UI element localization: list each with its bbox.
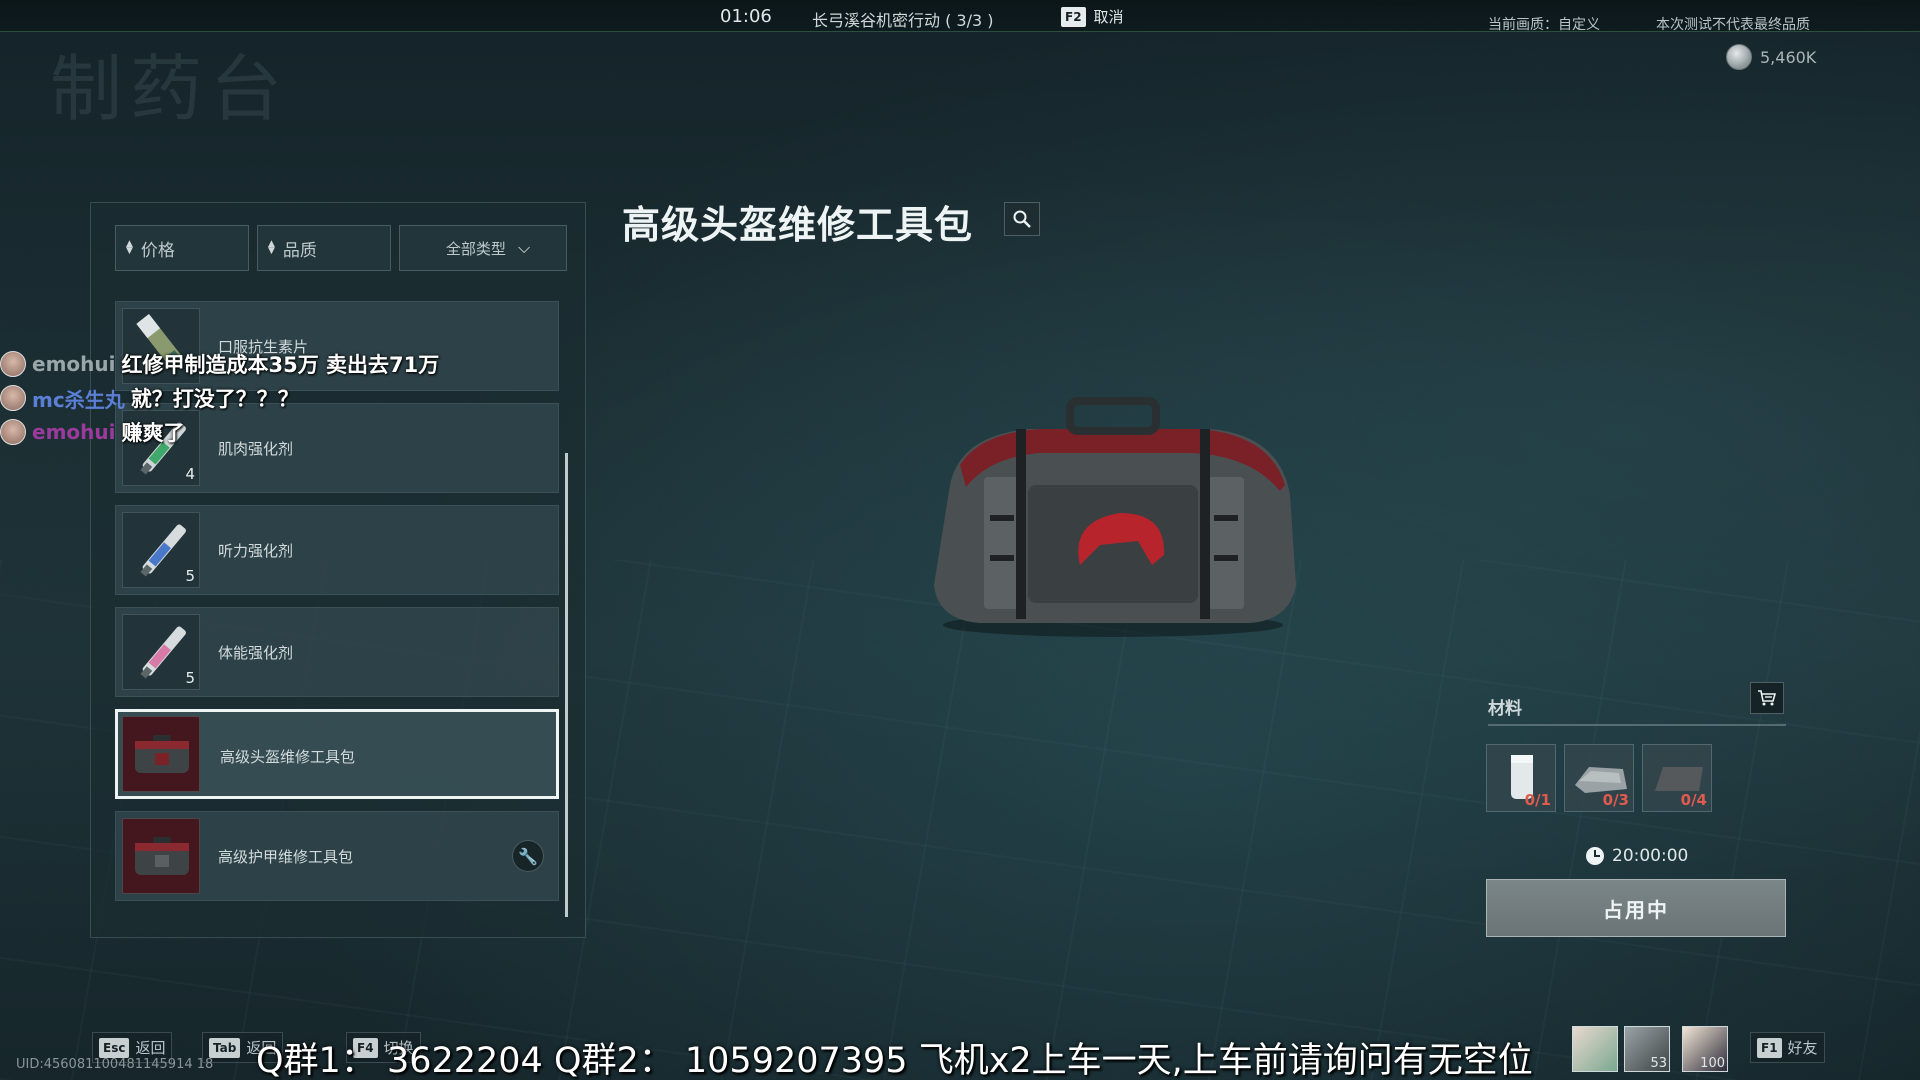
materials-label: 材料 bbox=[1488, 699, 1522, 719]
chevron-down-icon: ⌵ bbox=[517, 238, 531, 257]
material-slot[interactable]: 0/3 bbox=[1564, 744, 1634, 812]
item-name: 体能强化剂 bbox=[218, 644, 294, 662]
avatar[interactable] bbox=[1572, 1026, 1618, 1072]
list-item[interactable]: 5 听力强化剂 bbox=[115, 505, 559, 595]
stream-banner: Q群1： 3622204 Q群2： 1059207395 飞机x2上车一天,上车… bbox=[256, 1041, 1533, 1080]
chat-avatar bbox=[0, 351, 26, 377]
esc-key-icon: Esc bbox=[99, 1037, 130, 1058]
coin-icon bbox=[1726, 44, 1752, 70]
f1-key-icon: F1 bbox=[1757, 1037, 1782, 1058]
list-item[interactable]: 高级护甲维修工具包 🔧 bbox=[115, 811, 559, 901]
sort-quality-label: 品质 bbox=[282, 240, 317, 261]
cancel-label: 取消 bbox=[1093, 8, 1124, 26]
esc-label: 返回 bbox=[135, 1039, 166, 1057]
avatar[interactable]: 100 bbox=[1682, 1026, 1728, 1072]
f2-key-icon: F2 bbox=[1061, 6, 1086, 27]
item-thumbnail bbox=[122, 818, 200, 894]
chat-message: emohui 赚爽了 bbox=[0, 416, 480, 448]
clock-icon bbox=[1586, 847, 1604, 865]
material-count: 0/1 bbox=[1524, 791, 1551, 809]
avatar-count: 53 bbox=[1650, 1056, 1667, 1071]
item-count: 4 bbox=[185, 465, 195, 483]
list-scrollbar[interactable] bbox=[565, 453, 568, 917]
chat-avatar bbox=[0, 419, 26, 445]
item-thumbnail bbox=[122, 716, 200, 792]
helmet-repair-kit-model bbox=[934, 397, 1296, 637]
inspect-button[interactable] bbox=[1004, 202, 1040, 236]
sort-price-button[interactable]: ▲ ▼ 价格 bbox=[115, 225, 249, 271]
avatar[interactable]: 53 bbox=[1624, 1026, 1670, 1072]
friends-label: 好友 bbox=[1787, 1039, 1818, 1057]
item-detail-title: 高级头盔维修工具包 bbox=[622, 203, 974, 247]
item-name: 听力强化剂 bbox=[218, 542, 294, 560]
craft-time: 20:00:00 bbox=[1612, 846, 1689, 866]
chat-username: emohui bbox=[32, 352, 116, 376]
sort-icon: ▲ ▼ bbox=[268, 239, 275, 256]
list-item-selected[interactable]: 高级头盔维修工具包 bbox=[115, 709, 559, 799]
chat-avatar bbox=[0, 385, 26, 411]
material-slot[interactable]: 0/4 bbox=[1642, 744, 1712, 812]
page-title: 制药台 bbox=[50, 47, 291, 131]
item-thumbnail: 5 bbox=[122, 512, 200, 588]
item-name: 高级护甲维修工具包 bbox=[218, 848, 354, 866]
occupied-button[interactable]: 占用中 bbox=[1486, 879, 1786, 937]
currency-display: 5,460K bbox=[1726, 44, 1816, 70]
avatar-count: 100 bbox=[1700, 1056, 1725, 1071]
item-count: 5 bbox=[185, 567, 195, 585]
material-count: 0/3 bbox=[1602, 791, 1629, 809]
item-count: 5 bbox=[185, 669, 195, 687]
graphics-quality: 当前画质：自定义 bbox=[1488, 17, 1600, 33]
chat-text: 红修甲制造成本35万 卖出去71万 bbox=[121, 353, 440, 377]
type-dropdown-label: 全部类型 bbox=[445, 239, 506, 258]
sort-icon: ▲ ▼ bbox=[126, 239, 133, 256]
test-disclaimer: 本次测试不代表最终品质 bbox=[1656, 17, 1810, 33]
tab-key-icon: Tab bbox=[209, 1037, 241, 1058]
friends-button[interactable]: F1 好友 bbox=[1750, 1032, 1825, 1063]
craft-timer: 20:00:00 bbox=[1586, 846, 1688, 866]
friends-hint[interactable]: F1 好友 bbox=[1750, 1032, 1825, 1063]
material-count: 0/4 bbox=[1680, 791, 1707, 809]
chat-message: mc杀生丸 就？打没了？？？ bbox=[0, 382, 480, 414]
list-item[interactable]: 5 体能强化剂 bbox=[115, 607, 559, 697]
chat-text: 赚爽了 bbox=[121, 421, 185, 445]
search-icon bbox=[1013, 210, 1031, 228]
materials-divider bbox=[1488, 724, 1786, 726]
material-slot[interactable]: 0/1 bbox=[1486, 744, 1556, 812]
top-bar: 01:06 长弓溪谷机密行动 ( 3/3 ) F2 取消 当前画质：自定义 本次… bbox=[0, 0, 1920, 33]
cancel-button[interactable]: F2 取消 bbox=[1061, 6, 1124, 27]
chat-text: 就？打没了？？？ bbox=[130, 387, 299, 411]
chat-username: mc杀生丸 bbox=[32, 387, 125, 412]
cart-icon bbox=[1758, 690, 1777, 706]
sort-price-label: 价格 bbox=[140, 240, 175, 261]
wrench-icon[interactable]: 🔧 bbox=[512, 840, 544, 872]
player-uid: UID:456081100481145914 18 bbox=[16, 1057, 214, 1072]
item-thumbnail: 5 bbox=[122, 614, 200, 690]
sort-quality-button[interactable]: ▲ ▼ 品质 bbox=[257, 225, 391, 271]
chat-message: emohui 红修甲制造成本35万 卖出去71万 bbox=[0, 348, 480, 380]
currency-amount: 5,460K bbox=[1760, 47, 1817, 67]
chat-username: emohui bbox=[32, 420, 116, 444]
type-dropdown[interactable]: 全部类型 ⌵ bbox=[399, 225, 567, 271]
recipe-panel: ▲ ▼ 价格 ▲ ▼ 品质 全部类型 ⌵ 口服抗生素片 4 肌肉强化剂 5 听力… bbox=[90, 202, 586, 938]
match-timer: 01:06 bbox=[720, 6, 772, 27]
mission-name: 长弓溪谷机密行动 ( 3/3 ) bbox=[812, 11, 994, 30]
item-name: 高级头盔维修工具包 bbox=[220, 748, 356, 766]
cart-button[interactable] bbox=[1750, 682, 1784, 714]
